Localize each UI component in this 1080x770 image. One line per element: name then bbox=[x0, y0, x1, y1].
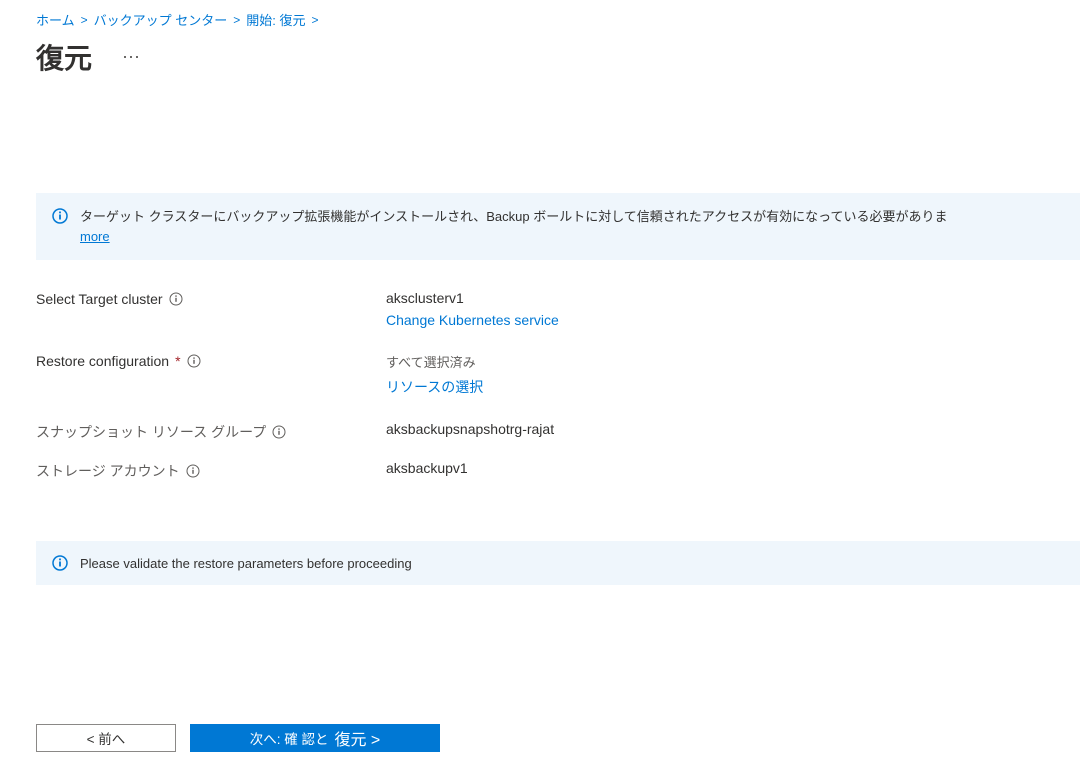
breadcrumb-home[interactable]: ホーム bbox=[36, 10, 75, 29]
label-restore-config: Restore configuration bbox=[36, 353, 169, 369]
chevron-right-icon: > bbox=[233, 13, 240, 27]
select-resource-link[interactable]: リソースの選択 bbox=[386, 377, 483, 397]
breadcrumb-start-restore[interactable]: 開始: 復元 bbox=[246, 10, 305, 29]
next-restore-button[interactable]: 次へ: 確 認と 復元 > bbox=[190, 724, 440, 752]
page-title: 復元 bbox=[36, 37, 92, 77]
breadcrumb-backup-center[interactable]: バックアップ センター bbox=[94, 10, 228, 29]
value-snapshot-rg: aksbackupsnapshotrg-rajat bbox=[386, 421, 554, 437]
field-snapshot-rg: スナップショット リソース グループ aksbackupsnapshotrg-r… bbox=[36, 421, 1080, 442]
next-button-main: 復元 > bbox=[334, 726, 380, 750]
field-restore-config: Restore configuration * すべて選択済み リソースの選択 bbox=[36, 352, 1080, 397]
validate-notice-text: Please validate the restore parameters b… bbox=[80, 556, 412, 571]
info-icon[interactable] bbox=[169, 292, 183, 306]
validate-notice: Please validate the restore parameters b… bbox=[36, 541, 1080, 585]
change-kubernetes-link[interactable]: Change Kubernetes service bbox=[386, 312, 559, 328]
value-target-cluster: aksclusterv1 bbox=[386, 290, 464, 306]
required-asterisk: * bbox=[175, 353, 180, 369]
chevron-right-icon: > bbox=[312, 13, 319, 27]
label-target-cluster: Select Target cluster bbox=[36, 291, 163, 307]
breadcrumb: ホーム > バックアップ センター > 開始: 復元 > bbox=[36, 10, 1080, 29]
chevron-right-icon: > bbox=[81, 13, 88, 27]
info-icon bbox=[52, 208, 68, 224]
value-restore-config: すべて選択済み bbox=[386, 355, 476, 370]
info-icon[interactable] bbox=[186, 464, 200, 478]
title-row: 復元 ⋯ bbox=[36, 37, 1080, 77]
next-button-prefix: 次へ: 確 認と bbox=[250, 728, 329, 748]
info-icon bbox=[52, 555, 68, 571]
value-storage-account: aksbackupv1 bbox=[386, 460, 468, 476]
label-snapshot-rg: スナップショット リソース グループ bbox=[36, 422, 266, 442]
info-icon[interactable] bbox=[187, 354, 201, 368]
field-storage-account: ストレージ アカウント aksbackupv1 bbox=[36, 460, 1080, 481]
footer-actions: < 前へ 次へ: 確 認と 復元 > bbox=[36, 724, 440, 752]
info-notice: ターゲット クラスターにバックアップ拡張機能がインストールされ、Backup ボ… bbox=[36, 193, 1080, 260]
more-link[interactable]: more bbox=[80, 227, 110, 247]
notice-text: ターゲット クラスターにバックアップ拡張機能がインストールされ、Backup ボ… bbox=[80, 209, 948, 224]
info-icon[interactable] bbox=[272, 425, 286, 439]
label-storage-account: ストレージ アカウント bbox=[36, 461, 180, 481]
previous-button[interactable]: < 前へ bbox=[36, 724, 176, 752]
field-target-cluster: Select Target cluster aksclusterv1 Chang… bbox=[36, 290, 1080, 328]
more-icon[interactable]: ⋯ bbox=[122, 47, 141, 68]
